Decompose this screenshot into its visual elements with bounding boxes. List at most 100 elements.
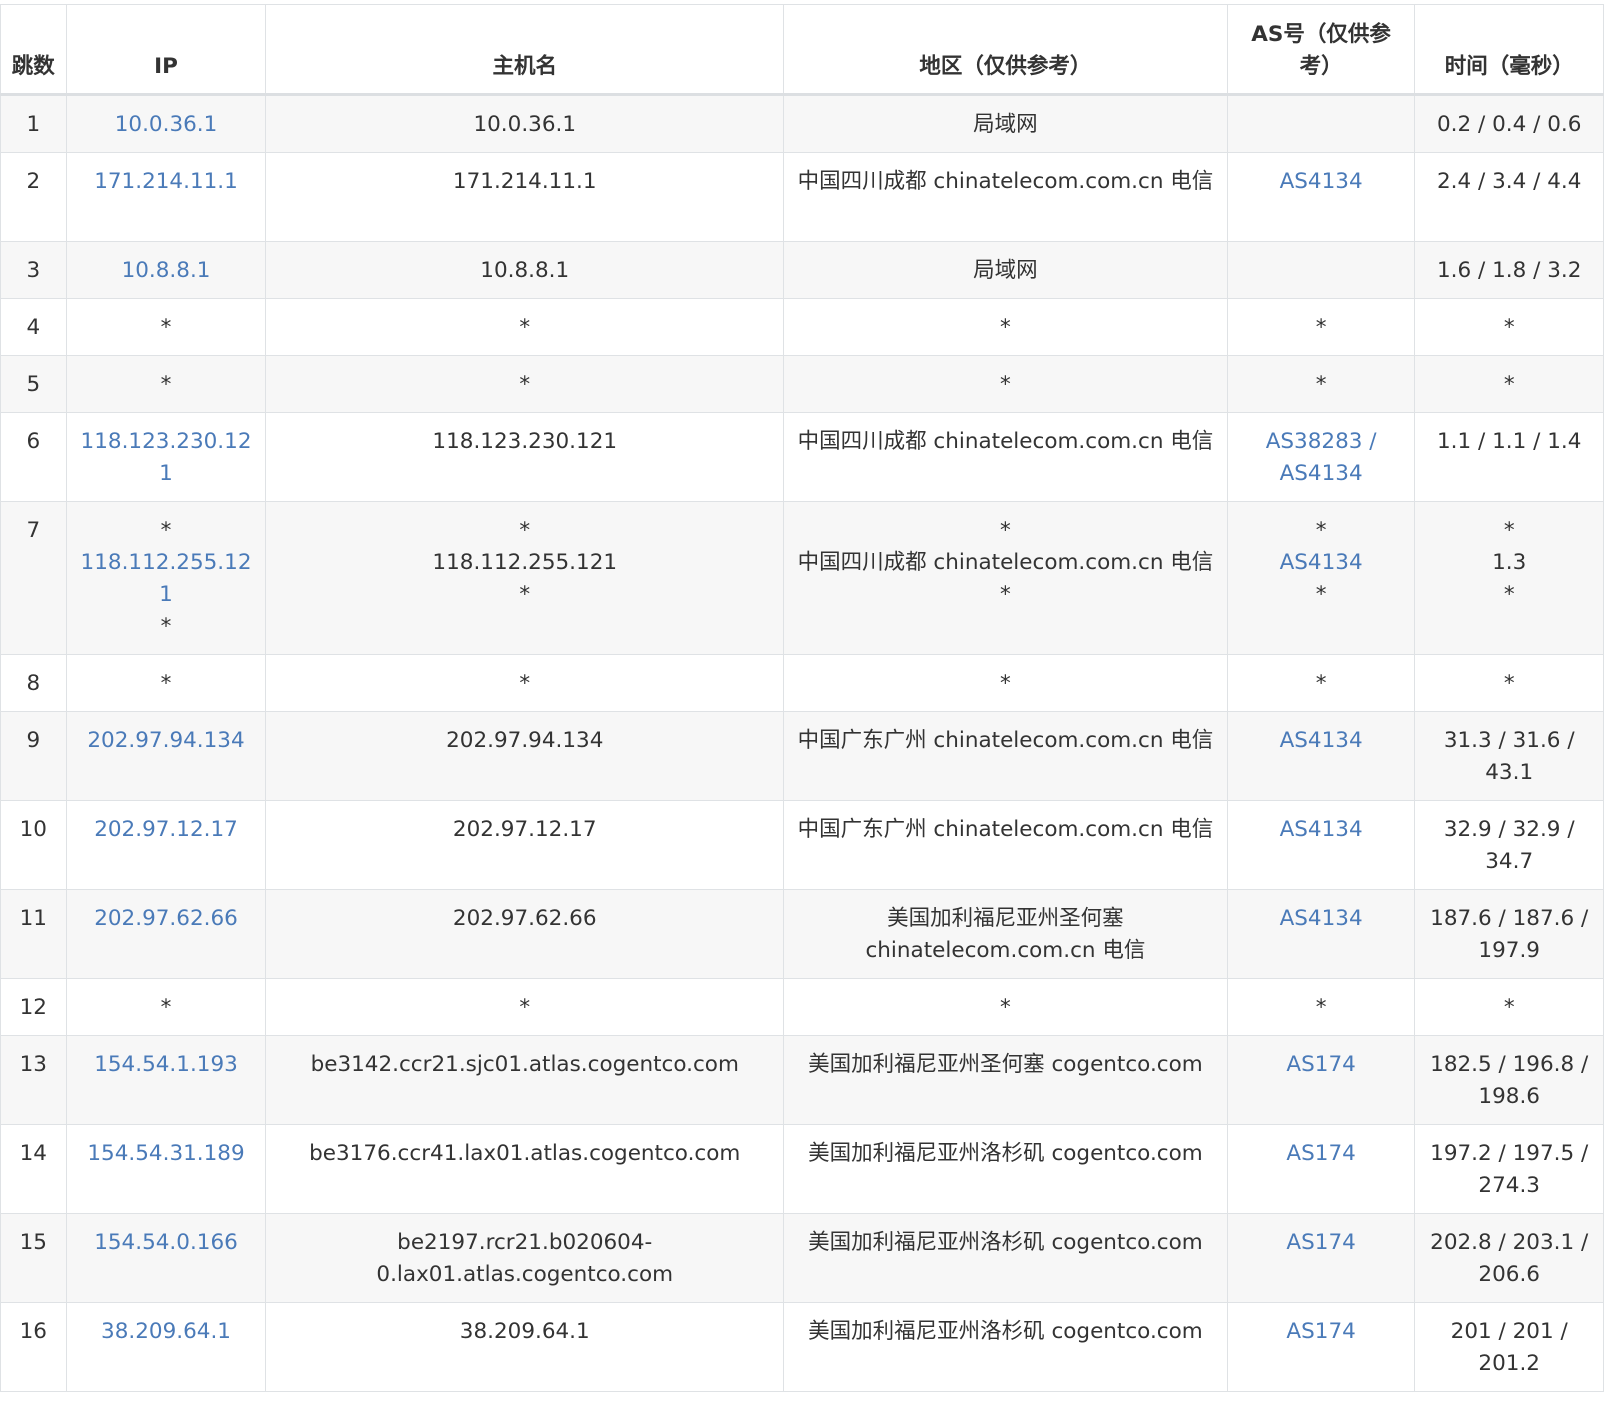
cell-asn-text: * — [1315, 518, 1327, 543]
table-row: 8 * * * * * — [0, 654, 1604, 712]
cell-region: * — [783, 978, 1228, 1036]
cell-hostname-text: be3176.ccr41.lax01.atlas.cogentco.com — [309, 1141, 741, 1166]
cell-hop: 3 — [0, 241, 67, 299]
header-asn: AS号（仅供参考） — [1226, 4, 1416, 96]
cell-ip-link[interactable]: 202.97.62.66 — [77, 903, 256, 935]
cell-hop: 8 — [0, 654, 67, 712]
header-time: 时间（毫秒） — [1414, 4, 1604, 96]
cell-ip-link[interactable]: 118.112.255.121 — [77, 547, 256, 611]
cell-ip: * 118.112.255.121 * — [65, 501, 267, 655]
cell-time-text: 2.4 / 3.4 / 4.4 — [1436, 169, 1582, 194]
cell-asn: AS38283 / AS4134 — [1226, 412, 1416, 502]
table-row: 11 202.97.62.66 202.97.62.66 美国加利福尼亚州圣何塞 ch… — [0, 889, 1604, 979]
cell-hostname: * — [265, 298, 785, 356]
cell-time-text: * — [1503, 315, 1515, 340]
cell-hop: 6 — [0, 412, 67, 502]
cell-region: 美国加利福尼亚州圣何塞 cogentco.com — [783, 1035, 1228, 1125]
cell-ip-link[interactable]: 154.54.31.189 — [77, 1138, 256, 1170]
cell-time-text: 202.8 / 203.1 / 206.6 — [1430, 1230, 1589, 1287]
cell-asn: * — [1226, 298, 1416, 356]
cell-asn-link[interactable]: AS174 — [1238, 1049, 1405, 1081]
cell-time-text: 1.3 — [1492, 550, 1527, 575]
cell-ip-link[interactable]: 10.0.36.1 — [77, 109, 256, 141]
cell-region-text: 中国广东广州 chinatelecom.com.cn 电信 — [797, 817, 1214, 842]
cell-asn-link[interactable]: AS174 — [1238, 1138, 1405, 1170]
cell-asn-link[interactable]: AS4134 — [1238, 166, 1405, 198]
cell-hop: 1 — [0, 94, 67, 153]
traceroute-table: 跳数 IP 主机名 地区（仅供参考） AS号（仅供参考） 时间（毫秒） 1 10.… — [0, 4, 1604, 1392]
cell-ip: * — [65, 298, 267, 356]
cell-ip-link[interactable]: 118.123.230.121 — [77, 426, 256, 490]
table-row: 10 202.97.12.17 202.97.12.17 中国广东广州 chinate… — [0, 800, 1604, 890]
cell-ip-link[interactable]: 38.209.64.1 — [77, 1316, 256, 1348]
cell-region: 中国四川成都 chinatelecom.com.cn 电信 — [783, 412, 1228, 502]
cell-ip: 10.0.36.1 — [65, 94, 267, 153]
cell-time: 187.6 / 187.6 / 197.9 — [1414, 889, 1604, 979]
cell-region-text: 局域网 — [973, 258, 1038, 283]
cell-asn-link[interactable]: AS38283 / AS4134 — [1238, 426, 1405, 490]
cell-ip-link[interactable]: 202.97.12.17 — [77, 814, 256, 846]
cell-time-text: 32.9 / 32.9 / 34.7 — [1443, 817, 1575, 874]
cell-asn-link[interactable]: AS4134 — [1238, 814, 1405, 846]
cell-time: 31.3 / 31.6 / 43.1 — [1414, 711, 1604, 801]
cell-asn: * AS4134 * — [1226, 501, 1416, 655]
cell-hop: 7 — [0, 501, 67, 655]
cell-hop: 13 — [0, 1035, 67, 1125]
cell-asn-link[interactable]: AS4134 — [1238, 903, 1405, 935]
cell-time: * — [1414, 654, 1604, 712]
cell-region: 中国广东广州 chinatelecom.com.cn 电信 — [783, 800, 1228, 890]
cell-region-text: * — [1000, 671, 1011, 696]
header-hop: 跳数 — [0, 4, 67, 96]
cell-ip-link[interactable]: 10.8.8.1 — [77, 255, 256, 287]
cell-ip-link[interactable]: 154.54.0.166 — [77, 1227, 256, 1259]
cell-hop: 2 — [0, 152, 67, 242]
cell-hop: 11 — [0, 889, 67, 979]
cell-ip-link[interactable]: 154.54.1.193 — [77, 1049, 256, 1081]
cell-region-text: * — [1000, 518, 1011, 543]
cell-time: 202.8 / 203.1 / 206.6 — [1414, 1213, 1604, 1303]
cell-time: 32.9 / 32.9 / 34.7 — [1414, 800, 1604, 890]
cell-asn-link[interactable]: AS174 — [1238, 1227, 1405, 1259]
cell-region: 美国加利福尼亚州圣何塞 chinatelecom.com.cn 电信 — [783, 889, 1228, 979]
table-row: 12 * * * * * — [0, 978, 1604, 1036]
cell-region: 美国加利福尼亚州洛杉矶 cogentco.com — [783, 1213, 1228, 1303]
cell-hostname: 118.123.230.121 — [265, 412, 785, 502]
table-row: 1 10.0.36.1 10.0.36.1 局域网 0.2 / 0.4 / 0.6 — [0, 94, 1604, 153]
table-row: 13 154.54.1.193 be3142.ccr21.sjc01.atlas.c… — [0, 1035, 1604, 1125]
cell-asn-link[interactable]: AS4134 — [1238, 725, 1405, 757]
cell-asn-text: * — [1315, 372, 1327, 397]
table-row: 16 38.209.64.1 38.209.64.1 美国加利福尼亚州洛杉矶 coge… — [0, 1302, 1604, 1392]
cell-time: 1.1 / 1.1 / 1.4 — [1414, 412, 1604, 502]
cell-time-text: 187.6 / 187.6 / 197.9 — [1430, 906, 1589, 963]
cell-asn: AS174 — [1226, 1302, 1416, 1392]
cell-ip: 10.8.8.1 — [65, 241, 267, 299]
cell-region: * — [783, 654, 1228, 712]
cell-hostname: 10.8.8.1 — [265, 241, 785, 299]
cell-asn — [1226, 94, 1416, 153]
cell-region-text: 中国四川成都 chinatelecom.com.cn 电信 — [797, 550, 1214, 575]
cell-time: * — [1414, 355, 1604, 413]
cell-time-text: * — [1503, 671, 1515, 696]
cell-hop: 10 — [0, 800, 67, 890]
cell-time: 201 / 201 / 201.2 — [1414, 1302, 1604, 1392]
cell-region-text: * — [1000, 315, 1011, 340]
table-row: 9 202.97.94.134 202.97.94.134 中国广东广州 chinat… — [0, 711, 1604, 801]
cell-asn: AS4134 — [1226, 152, 1416, 242]
cell-time-text: * — [1503, 995, 1515, 1020]
cell-region-text: * — [1000, 995, 1011, 1020]
table-row: 3 10.8.8.1 10.8.8.1 局域网 1.6 / 1.8 / 3.2 — [0, 241, 1604, 299]
cell-asn-link[interactable]: AS174 — [1238, 1316, 1405, 1348]
cell-asn: * — [1226, 355, 1416, 413]
cell-hostname: * 118.112.255.121 * — [265, 501, 785, 655]
cell-time: 0.2 / 0.4 / 0.6 — [1414, 94, 1604, 153]
cell-time-text: 1.1 / 1.1 / 1.4 — [1436, 429, 1582, 454]
cell-asn: AS174 — [1226, 1035, 1416, 1125]
cell-region-text: 中国四川成都 chinatelecom.com.cn 电信 — [797, 429, 1214, 454]
cell-region-text: * — [1000, 582, 1011, 607]
cell-ip-link[interactable]: 202.97.94.134 — [77, 725, 256, 757]
cell-asn-link[interactable]: AS4134 — [1238, 547, 1405, 579]
cell-hostname-text: * — [519, 518, 531, 543]
cell-asn-text: * — [1315, 671, 1327, 696]
cell-ip-link[interactable]: 171.214.11.1 — [77, 166, 256, 198]
cell-region: * 中国四川成都 chinatelecom.com.cn 电信 * — [783, 501, 1228, 655]
